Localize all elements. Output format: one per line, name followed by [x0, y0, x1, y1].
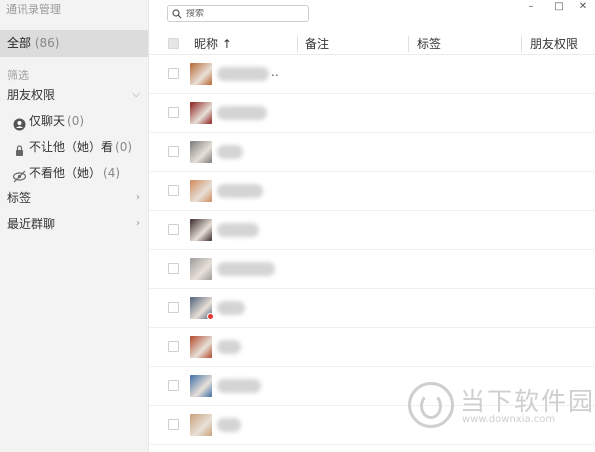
column-divider[interactable] — [521, 36, 522, 52]
nickname-blurred — [217, 379, 261, 393]
column-divider[interactable] — [297, 36, 298, 52]
row-checkbox[interactable] — [168, 341, 179, 352]
table-row[interactable] — [149, 172, 595, 211]
column-header-nickname[interactable]: 昵称 ↑ — [194, 33, 232, 55]
app-title: 通讯录管理 — [6, 3, 61, 16]
watermark-url: www.downxia.com — [462, 414, 556, 425]
nickname-blurred — [217, 67, 269, 81]
sidebar-item-tags[interactable]: 标签 › — [0, 186, 148, 210]
nickname-blurred — [217, 262, 275, 276]
avatar[interactable] — [190, 63, 212, 85]
search-input[interactable] — [186, 8, 296, 19]
avatar[interactable] — [190, 141, 212, 163]
row-checkbox[interactable] — [168, 107, 179, 118]
table-row[interactable] — [149, 133, 595, 172]
sidebar-item-dont-see[interactable]: 不看他（她） (4) — [0, 161, 148, 185]
table-row[interactable] — [149, 289, 595, 328]
hide-from-icon — [13, 141, 26, 156]
column-header-friend-permission[interactable]: 朋友权限 — [530, 33, 578, 55]
sidebar-item-friend-permissions[interactable]: 朋友权限 ⌵ — [0, 83, 148, 107]
table-row[interactable] — [149, 94, 595, 133]
search-box[interactable] — [167, 5, 309, 22]
avatar[interactable] — [190, 375, 212, 397]
nickname-blurred — [217, 418, 241, 432]
watermark-logo-icon — [408, 382, 454, 428]
nickname-blurred — [217, 145, 243, 159]
table-header: 昵称 ↑ 备注 标签 朋友权限 — [149, 33, 595, 55]
avatar[interactable] — [190, 180, 212, 202]
sidebar-item-all-count: (86) — [34, 36, 60, 50]
sidebar-item-chat-only[interactable]: 仅聊天 (0) — [0, 109, 148, 133]
chevron-down-icon: ⌵ — [132, 89, 140, 100]
sidebar: 通讯录管理 全部 (86) 筛选 朋友权限 ⌵ 仅聊天 (0) 不让他（她）看 … — [0, 0, 149, 452]
watermark-text: 当下软件园 — [460, 387, 595, 416]
row-checkbox[interactable] — [168, 68, 179, 79]
avatar[interactable] — [190, 414, 212, 436]
chat-only-icon — [13, 115, 26, 130]
nickname-blurred — [217, 340, 241, 354]
sidebar-item-label: 朋友权限 — [7, 88, 56, 102]
nickname-blurred — [217, 106, 267, 120]
nickname-blurred — [217, 223, 259, 237]
chevron-right-icon: › — [136, 218, 140, 229]
column-header-remark[interactable]: 备注 — [305, 33, 329, 55]
avatar[interactable] — [190, 336, 212, 358]
avatar[interactable] — [190, 258, 212, 280]
sidebar-item-label: 不让他（她）看 — [29, 140, 114, 154]
avatar[interactable] — [190, 102, 212, 124]
close-button[interactable]: ✕ — [570, 0, 595, 14]
table-row[interactable] — [149, 211, 595, 250]
avatar[interactable] — [190, 219, 212, 241]
sidebar-item-label: 最近群聊 — [7, 217, 56, 231]
row-checkbox[interactable] — [168, 146, 179, 157]
sidebar-item-count: (0) — [67, 114, 85, 128]
filter-section-title: 筛选 — [7, 69, 29, 82]
row-checkbox[interactable] — [168, 419, 179, 430]
watermark: 当下软件园 www.downxia.com — [408, 380, 593, 440]
nickname-suffix: .. — [271, 65, 279, 79]
maximize-button[interactable]: □ — [546, 0, 572, 14]
sidebar-item-all-label: 全部 — [7, 36, 32, 50]
row-checkbox[interactable] — [168, 380, 179, 391]
sidebar-item-recent-groups[interactable]: 最近群聊 › — [0, 212, 148, 236]
dont-see-icon — [12, 167, 27, 182]
minimize-button[interactable]: – — [518, 0, 544, 14]
row-checkbox[interactable] — [168, 185, 179, 196]
table-row[interactable] — [149, 328, 595, 367]
table-row[interactable] — [149, 250, 595, 289]
sidebar-item-label: 不看他（她） — [29, 166, 102, 180]
table-row[interactable]: .. — [149, 55, 595, 94]
sidebar-item-count: (0) — [115, 140, 133, 154]
select-all-checkbox[interactable] — [168, 38, 179, 49]
row-checkbox[interactable] — [168, 224, 179, 235]
status-badge — [207, 313, 214, 320]
sidebar-item-all[interactable]: 全部 (86) — [0, 30, 148, 57]
sidebar-item-label: 仅聊天 — [29, 114, 66, 128]
chevron-right-icon: › — [136, 192, 140, 203]
row-checkbox[interactable] — [168, 263, 179, 274]
row-checkbox[interactable] — [168, 302, 179, 313]
sidebar-item-count: (4) — [103, 166, 121, 180]
sidebar-item-hide-from[interactable]: 不让他（她）看 (0) — [0, 135, 148, 159]
search-icon — [172, 8, 182, 18]
column-divider[interactable] — [408, 36, 409, 52]
nickname-blurred — [217, 184, 263, 198]
column-header-tags[interactable]: 标签 — [417, 33, 441, 55]
sidebar-item-label: 标签 — [7, 191, 32, 205]
nickname-blurred — [217, 301, 245, 315]
